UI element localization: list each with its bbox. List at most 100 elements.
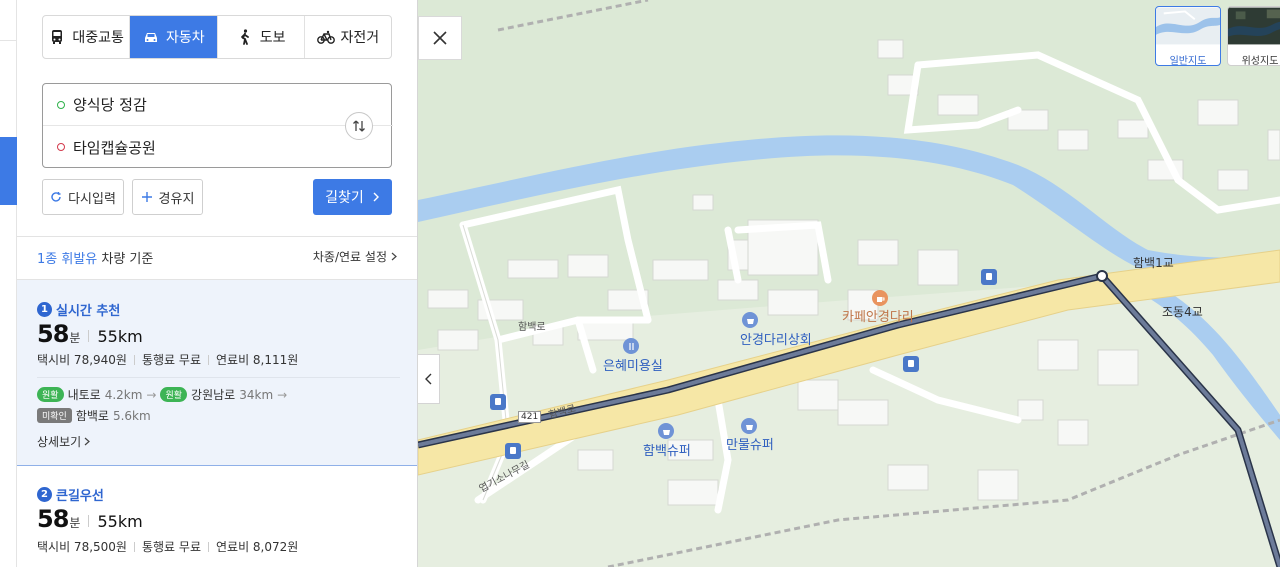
search-route-button[interactable]: 길찾기 bbox=[313, 179, 392, 215]
add-waypoint-button[interactable]: 경유지 bbox=[132, 179, 203, 215]
map-label-super1[interactable]: 함백슈퍼 bbox=[643, 440, 691, 459]
vehicle-setting-link[interactable]: 차종/연료 설정 bbox=[313, 248, 397, 265]
bus-stop-icon[interactable] bbox=[903, 356, 919, 372]
maptype-basic[interactable]: 일반지도 bbox=[1155, 6, 1221, 66]
map-label-store[interactable]: 안경다리상회 bbox=[740, 329, 812, 348]
cafe-icon[interactable] bbox=[872, 290, 888, 306]
tab-car[interactable]: 자동차 bbox=[130, 16, 218, 58]
fuel-cost: 연료비 8,072원 bbox=[215, 540, 299, 554]
route-distance: 55km bbox=[97, 327, 143, 346]
reset-button[interactable]: 다시입력 bbox=[42, 179, 124, 215]
road-name: 내토로 bbox=[67, 388, 101, 402]
refresh-icon bbox=[51, 192, 61, 202]
divider bbox=[37, 377, 400, 378]
route-number-badge: 1 bbox=[37, 302, 52, 317]
store-icon[interactable] bbox=[742, 312, 758, 328]
divider bbox=[207, 354, 209, 365]
chevron-right-icon bbox=[84, 437, 91, 446]
vehicle-basis: 1종 휘발유 차량 기준 bbox=[37, 248, 153, 267]
close-button[interactable] bbox=[418, 16, 462, 60]
map-thumbnail-icon bbox=[1156, 7, 1220, 45]
route-costs: 택시비 78,940원 통행료 무료 연료비 8,111원 bbox=[37, 351, 298, 368]
tab-walk-label: 도보 bbox=[259, 30, 286, 46]
tab-bicycle[interactable]: 자전거 bbox=[305, 16, 391, 58]
tab-transit[interactable]: 대중교통 bbox=[43, 16, 131, 58]
route-minutes: 58 bbox=[37, 505, 69, 533]
reset-button-label: 다시입력 bbox=[68, 191, 116, 207]
route-minutes-unit: 분 bbox=[69, 331, 81, 345]
close-icon bbox=[433, 31, 447, 45]
route-option-1[interactable]: 1 실시간 추천 58 분 55km 택시비 78,940원 통행료 무료 연료… bbox=[17, 280, 417, 466]
route-option-2[interactable]: 2 큰길우선 58 분 55km 택시비 78,500원 통행료 무료 연료비 … bbox=[17, 467, 417, 567]
chevron-left-icon bbox=[425, 373, 432, 385]
fuel-type: 1종 휘발유 bbox=[37, 252, 98, 267]
bicycle-icon bbox=[316, 30, 335, 44]
destination-field[interactable]: 타임캡슐공원 bbox=[43, 126, 393, 168]
route-number-sign: 421 bbox=[518, 411, 542, 423]
map-base bbox=[418, 0, 1280, 567]
maptype-satellite-label: 위성지도 bbox=[1241, 56, 1279, 66]
origin-field[interactable]: 양식당 정감 bbox=[43, 84, 393, 126]
map-canvas[interactable]: 함백1교 조동4교 카페안경다리 안경다리상회 은혜미용실 함백슈퍼 만물슈퍼 … bbox=[418, 0, 1280, 567]
map-label-salon[interactable]: 은혜미용실 bbox=[603, 355, 663, 374]
tab-transit-label: 대중교통 bbox=[72, 30, 124, 46]
swap-arrows-icon bbox=[353, 120, 365, 132]
search-button-label: 길찾기 bbox=[325, 190, 364, 206]
vehicle-basis-text: 차량 기준 bbox=[97, 252, 154, 267]
store-icon[interactable] bbox=[741, 418, 757, 434]
traffic-status-badge: 미확인 bbox=[37, 408, 72, 423]
chevron-right-icon bbox=[373, 192, 379, 202]
map-label-cafe[interactable]: 카페안경다리 bbox=[842, 306, 914, 325]
origin-dot-icon bbox=[57, 100, 65, 109]
arrow-right-icon: → bbox=[146, 387, 157, 402]
maptype-basic-label: 일반지도 bbox=[1169, 56, 1207, 66]
divider bbox=[133, 354, 135, 365]
taxi-fare: 택시비 78,940원 bbox=[37, 353, 127, 367]
road-distance: 34km bbox=[239, 387, 274, 402]
route-title: 2 큰길우선 bbox=[37, 485, 104, 504]
road-distance: 5.6km bbox=[112, 408, 151, 423]
route-distance: 55km bbox=[97, 512, 143, 531]
taxi-fare: 택시비 78,500원 bbox=[37, 540, 127, 554]
destination-dot-icon bbox=[57, 143, 65, 151]
bus-icon bbox=[52, 30, 63, 44]
rail-divider bbox=[0, 40, 17, 41]
app-root: 대중교통 자동차 도보 자전거 양식당 정감 타임캡슐공원 다시입력 경유지 길… bbox=[0, 0, 1280, 567]
map-label-jodong: 조동4교 bbox=[1162, 305, 1203, 319]
road-distance: 4.2km bbox=[104, 387, 143, 402]
tab-car-label: 자동차 bbox=[166, 30, 205, 46]
origin-text: 양식당 정감 bbox=[73, 96, 147, 114]
salon-icon[interactable] bbox=[623, 338, 639, 354]
divider bbox=[133, 541, 135, 552]
map-label-super2[interactable]: 만물슈퍼 bbox=[726, 434, 774, 453]
transport-mode-tabs: 대중교통 자동차 도보 자전거 bbox=[42, 15, 392, 59]
tab-walk[interactable]: 도보 bbox=[218, 16, 305, 58]
store-icon[interactable] bbox=[658, 423, 674, 439]
maptype-satellite[interactable]: 위성지도 bbox=[1227, 6, 1280, 66]
route-summary: 58 분 55km bbox=[37, 320, 143, 348]
route-summary: 58 분 55km bbox=[37, 505, 143, 533]
tab-bicycle-label: 자전거 bbox=[340, 30, 380, 46]
road-name: 함백로 bbox=[75, 409, 109, 423]
waypoint-button-label: 경유지 bbox=[158, 191, 195, 207]
bus-stop-icon[interactable] bbox=[490, 394, 506, 410]
divider bbox=[207, 541, 209, 552]
toll-fee: 통행료 무료 bbox=[141, 353, 201, 367]
route-detail-link[interactable]: 상세보기 bbox=[37, 433, 91, 450]
road-name: 강원남로 bbox=[191, 388, 236, 402]
directions-panel: 대중교통 자동차 도보 자전거 양식당 정감 타임캡슐공원 다시입력 경유지 길… bbox=[17, 0, 418, 567]
route-title-text: 큰길우선 bbox=[56, 489, 104, 504]
bus-stop-icon[interactable] bbox=[981, 269, 997, 285]
road-segments-row: 미확인 함백로 5.6km bbox=[37, 407, 151, 424]
bus-stop-icon[interactable] bbox=[505, 443, 521, 459]
collapse-panel-button[interactable] bbox=[418, 354, 440, 404]
vehicle-setting-label: 차종/연료 설정 bbox=[312, 250, 387, 264]
route-number-badge: 2 bbox=[37, 487, 52, 502]
map-label-bridge: 함백1교 bbox=[1133, 256, 1174, 270]
rail-active-indicator[interactable] bbox=[0, 137, 17, 205]
satellite-thumbnail-icon bbox=[1228, 7, 1280, 45]
swap-button[interactable] bbox=[345, 112, 373, 140]
divider bbox=[88, 330, 90, 342]
route-title-text: 실시간 추천 bbox=[56, 304, 121, 319]
divider bbox=[88, 515, 90, 527]
